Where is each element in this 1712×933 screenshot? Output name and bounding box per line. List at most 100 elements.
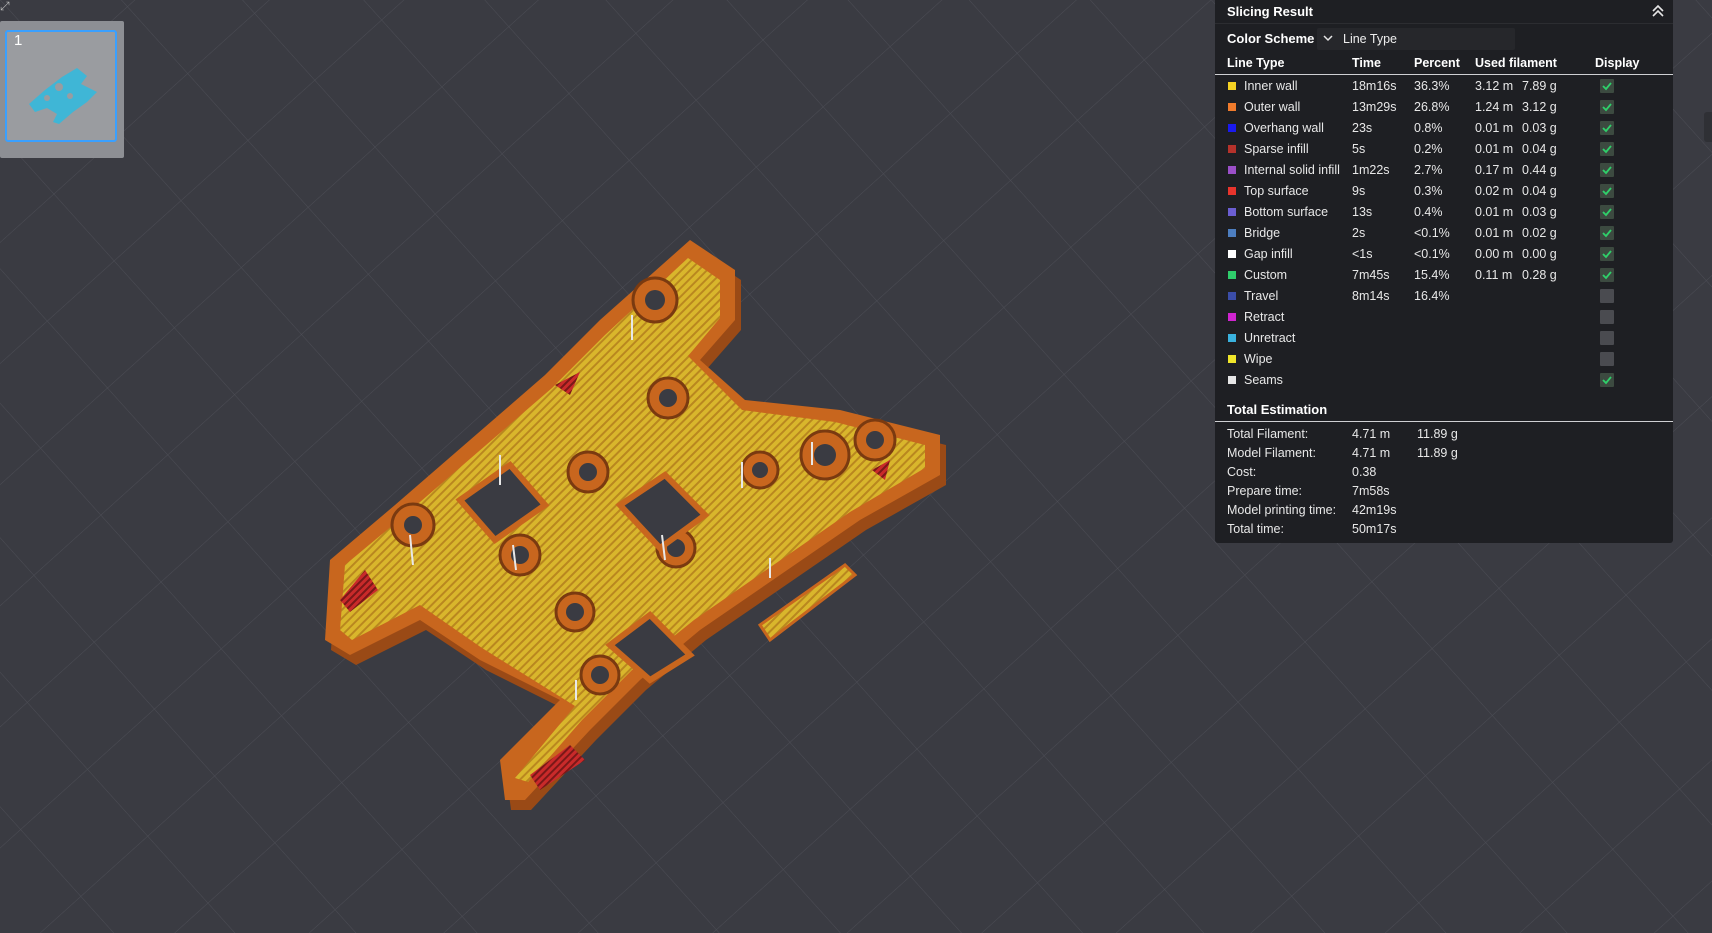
side-panel-tab[interactable]: [1704, 112, 1712, 142]
column-header-display: Display: [1595, 56, 1640, 70]
line-type-name: Top surface: [1244, 184, 1309, 198]
plate-number: 1: [14, 32, 23, 49]
estimation-label: Prepare time:: [1227, 484, 1303, 498]
line-type-percent: 16.4%: [1414, 289, 1450, 303]
line-type-time: 7m45s: [1352, 268, 1390, 282]
line-type-row: Retract: [1215, 307, 1673, 328]
line-type-weight: 0.02 g: [1522, 226, 1557, 240]
estimation-value: 50m17s: [1352, 522, 1397, 536]
estimation-row: Total time: 50m17s: [1227, 522, 1667, 541]
line-type-percent: 0.4%: [1414, 205, 1443, 219]
estimation-value: 0.38: [1352, 465, 1377, 479]
line-type-weight: 0.04 g: [1522, 184, 1557, 198]
display-checkbox[interactable]: [1600, 79, 1614, 93]
display-checkbox[interactable]: [1600, 247, 1614, 261]
plate-thumbnail-part: [29, 68, 97, 124]
line-type-color-swatch: [1228, 124, 1236, 132]
display-checkbox[interactable]: [1600, 373, 1614, 387]
display-checkbox[interactable]: [1600, 142, 1614, 156]
line-type-color-swatch: [1228, 376, 1236, 384]
line-type-name: Custom: [1244, 268, 1288, 282]
line-type-name: Seams: [1244, 373, 1283, 387]
line-type-color-swatch: [1228, 166, 1236, 174]
line-type-color-swatch: [1228, 145, 1236, 153]
line-type-name: Inner wall: [1244, 79, 1298, 93]
line-type-name: Sparse infill: [1244, 142, 1309, 156]
line-type-weight: 0.00 g: [1522, 247, 1557, 261]
line-type-time: <1s: [1352, 247, 1373, 261]
line-type-time: 23s: [1352, 121, 1373, 135]
line-type-length: 0.01 m: [1475, 226, 1514, 240]
line-type-weight: 0.03 g: [1522, 121, 1557, 135]
gizmo-icon[interactable]: ⤢: [0, 0, 10, 12]
display-checkbox[interactable]: [1600, 205, 1614, 219]
line-type-percent: 0.3%: [1414, 184, 1443, 198]
line-type-color-swatch: [1228, 187, 1236, 195]
line-type-name: Overhang wall: [1244, 121, 1324, 135]
line-type-row: Bottom surface 13s 0.4% 0.01 m 0.03 g: [1215, 202, 1673, 223]
table-header-divider: [1215, 74, 1673, 75]
line-type-name: Unretract: [1244, 331, 1296, 345]
line-type-percent: <0.1%: [1414, 247, 1450, 261]
line-type-percent: 0.2%: [1414, 142, 1443, 156]
display-checkbox[interactable]: [1600, 289, 1614, 303]
line-type-percent: 15.4%: [1414, 268, 1450, 282]
line-type-percent: 0.8%: [1414, 121, 1443, 135]
color-scheme-value: Line Type: [1343, 32, 1397, 46]
column-header-percent: Percent: [1414, 56, 1460, 70]
line-type-percent: 26.8%: [1414, 100, 1450, 114]
display-checkbox[interactable]: [1600, 352, 1614, 366]
chevron-down-icon: [1323, 35, 1333, 42]
slicing-result-panel: Slicing Result Color Scheme Line Type Li…: [1215, 0, 1673, 543]
estimation-row: Total Filament: 4.71 m 11.89 g: [1227, 427, 1667, 446]
line-type-name: Travel: [1244, 289, 1279, 303]
estimation-weight: 11.89 g: [1417, 427, 1458, 441]
line-type-color-swatch: [1228, 82, 1236, 90]
plate-thumbnail[interactable]: 1: [0, 21, 124, 158]
estimation-weight: 11.89 g: [1417, 446, 1458, 460]
line-type-percent: <0.1%: [1414, 226, 1450, 240]
display-checkbox[interactable]: [1600, 121, 1614, 135]
line-type-name: Gap infill: [1244, 247, 1293, 261]
total-estimation-title: Total Estimation: [1227, 402, 1328, 417]
line-type-row: Wipe: [1215, 349, 1673, 370]
estimation-value: 4.71 m: [1352, 446, 1391, 460]
collapse-chevron-up-icon[interactable]: [1649, 2, 1667, 20]
line-type-color-swatch: [1228, 250, 1236, 258]
line-type-row: Inner wall 18m16s 36.3% 3.12 m 7.89 g: [1215, 76, 1673, 97]
color-scheme-dropdown[interactable]: Line Type: [1317, 28, 1515, 50]
line-type-name: Bottom surface: [1244, 205, 1329, 219]
estimation-label: Model Filament:: [1227, 446, 1316, 460]
line-type-row: Gap infill <1s <0.1% 0.00 m 0.00 g: [1215, 244, 1673, 265]
estimation-label: Cost:: [1227, 465, 1257, 479]
display-checkbox[interactable]: [1600, 331, 1614, 345]
display-checkbox[interactable]: [1600, 310, 1614, 324]
line-type-color-swatch: [1228, 355, 1236, 363]
line-type-time: 18m16s: [1352, 79, 1397, 93]
line-type-length: 0.02 m: [1475, 184, 1514, 198]
display-checkbox[interactable]: [1600, 163, 1614, 177]
line-type-row: Overhang wall 23s 0.8% 0.01 m 0.03 g: [1215, 118, 1673, 139]
panel-title: Slicing Result: [1227, 4, 1313, 19]
line-type-row: Seams: [1215, 370, 1673, 391]
line-type-color-swatch: [1228, 103, 1236, 111]
display-checkbox[interactable]: [1600, 268, 1614, 282]
display-checkbox[interactable]: [1600, 100, 1614, 114]
line-type-name: Wipe: [1244, 352, 1273, 366]
column-header-used-filament: Used filament: [1475, 56, 1557, 70]
display-checkbox[interactable]: [1600, 226, 1614, 240]
color-scheme-label: Color Scheme: [1227, 31, 1315, 46]
line-type-weight: 0.44 g: [1522, 163, 1557, 177]
line-type-row: Internal solid infill 1m22s 2.7% 0.17 m 0.44…: [1215, 160, 1673, 181]
line-type-color-swatch: [1228, 271, 1236, 279]
line-type-weight: 0.03 g: [1522, 205, 1557, 219]
estimation-row: Model printing time: 42m19s: [1227, 503, 1667, 522]
line-type-weight: 7.89 g: [1522, 79, 1557, 93]
line-type-time: 8m14s: [1352, 289, 1390, 303]
total-estimation-divider: [1215, 421, 1673, 422]
display-checkbox[interactable]: [1600, 184, 1614, 198]
line-type-name: Outer wall: [1244, 100, 1301, 114]
line-type-time: 1m22s: [1352, 163, 1390, 177]
line-type-name: Bridge: [1244, 226, 1281, 240]
line-type-row: Outer wall 13m29s 26.8% 1.24 m 3.12 g: [1215, 97, 1673, 118]
